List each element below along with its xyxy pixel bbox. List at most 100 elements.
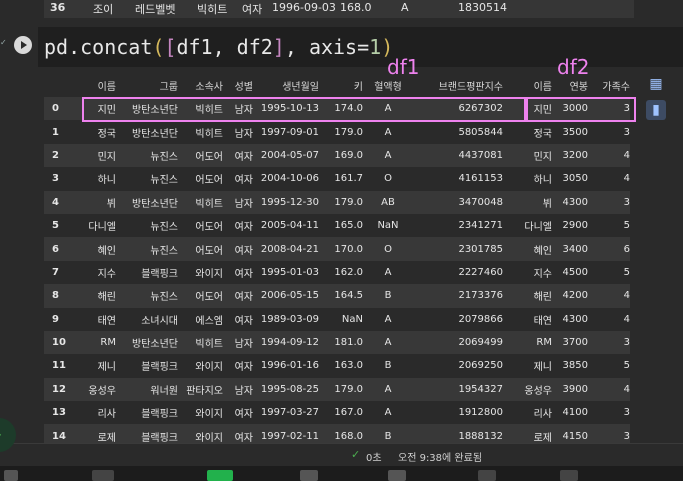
code-number: 1 (369, 35, 382, 59)
code-kw: axis= (308, 35, 370, 59)
column-header: 브랜드평판지수 (438, 82, 503, 93)
table-cell: 뷔 (82, 190, 116, 214)
table-cell: 혜인 (82, 237, 116, 261)
row-index: 3 (44, 167, 82, 191)
table-cell: 뉴진스 (116, 237, 178, 261)
table-view-button[interactable]: ▦ (646, 74, 666, 94)
table-cell: 여자 (223, 260, 253, 285)
row-index: 5 (44, 213, 82, 238)
table-cell: 3900 (552, 377, 588, 402)
table-cell: 3850 (552, 354, 588, 378)
table-cell: 태연 (82, 307, 116, 331)
exec-seconds: 0초 (366, 453, 382, 464)
table-cell: 와이지 (178, 401, 223, 425)
table-cell: 1989-03-09 (253, 307, 319, 331)
table-cell: 174.0 (319, 97, 363, 121)
table-cell: B (363, 354, 413, 378)
table-cell: B (363, 284, 413, 308)
table-cell: 옹성우 (503, 377, 552, 402)
taskbar-item[interactable] (4, 470, 18, 481)
table-cell: 4300 (552, 190, 588, 214)
table-row: 11 제니 블랙핑크 와이지 여자 1996-01-16 163.0 B 2069250 제니 38… (44, 354, 630, 378)
column-header: 성별 (234, 82, 253, 93)
taskbar-item[interactable] (300, 470, 318, 481)
table-cell: 4300 (552, 307, 588, 331)
table-cell: 4 (588, 377, 630, 402)
taskbar-item[interactable] (388, 470, 406, 481)
column-header: 키 (353, 82, 363, 93)
table-cell: 뉴진스 (116, 284, 178, 308)
table-cell: 정국 (503, 120, 552, 144)
taskbar-item[interactable] (92, 470, 114, 481)
table-cell: 여자 (223, 213, 253, 238)
table-cell: 3 (588, 97, 630, 121)
table-cell: A (363, 143, 413, 168)
prev-row-gender: 여자 (242, 3, 263, 16)
table-cell: 3050 (552, 167, 588, 191)
cell-status-icon: ✓ (0, 38, 7, 47)
code-close-bracket: ] (272, 35, 285, 59)
table-cell: 1912800 (413, 401, 503, 425)
taskbar-item[interactable] (207, 470, 233, 481)
table-cell: A (363, 97, 413, 121)
table-cell: 4100 (552, 401, 588, 425)
table-cell: 어도어 (178, 213, 223, 238)
table-cell: 1995-08-25 (253, 377, 319, 402)
table-cell: 블랙핑크 (116, 401, 178, 425)
header-row: 이름 그룹 소속사 성별 생년월일 키 혈액형 브랜드평판지수 이름 연봉 가족수 (44, 74, 630, 97)
table-cell: 161.7 (319, 167, 363, 191)
table-cell: 6267302 (413, 97, 503, 121)
table-cell: 4 (588, 143, 630, 168)
table-cell: 179.0 (319, 120, 363, 144)
table-cell: A (363, 401, 413, 425)
table-cell: 164.5 (319, 284, 363, 308)
table-cell: 2069499 (413, 330, 503, 355)
table-cell: 여자 (223, 307, 253, 331)
chart-icon: ▮ (652, 102, 660, 118)
table-cell: 민지 (82, 143, 116, 168)
table-cell: 판타지오 (178, 377, 223, 402)
prev-row-height: 168.0 (340, 1, 372, 14)
row-index: 7 (44, 260, 82, 285)
table-cell: 와이지 (178, 260, 223, 285)
row-index: 2 (44, 143, 82, 168)
table-cell: 빅히트 (178, 330, 223, 355)
table-cell: 1997-03-27 (253, 401, 319, 425)
table-cell: 뉴진스 (116, 167, 178, 191)
code-editor[interactable]: pd.concat([df1, df2], axis=1) (44, 35, 393, 59)
table-row: 8 해린 뉴진스 어도어 여자 2006-05-15 164.5 B 2173376 해린 4200… (44, 284, 630, 308)
table-cell: 2341271 (413, 213, 503, 238)
table-cell: 지수 (82, 260, 116, 285)
column-header: 소속사 (195, 82, 223, 93)
run-cell-button[interactable] (14, 36, 32, 54)
table-cell: 방탄소년단 (116, 97, 178, 121)
code-comma: , (284, 35, 309, 59)
table-cell: 어도어 (178, 284, 223, 308)
column-header: 연봉 (569, 82, 588, 93)
table-cell: A (363, 330, 413, 355)
chart-suggest-button[interactable]: ▮ (646, 100, 666, 120)
table-cell: 4161153 (413, 167, 503, 191)
column-header: 혈액형 (374, 82, 402, 93)
table-row: 0 지민 방탄소년단 빅히트 남자 1995-10-13 174.0 A 6267302 지민 30… (44, 97, 630, 121)
table-cell: 제니 (82, 354, 116, 378)
taskbar-item[interactable] (478, 470, 496, 481)
table-cell: 3000 (552, 97, 588, 121)
table-row: 7 지수 블랙핑크 와이지 여자 1995-01-03 162.0 A 2227460 지수 450… (44, 260, 630, 285)
table-cell: 3 (588, 401, 630, 425)
table-cell: 혜인 (503, 237, 552, 261)
table-cell: 2005-04-11 (253, 213, 319, 238)
taskbar-item[interactable] (560, 470, 578, 481)
table-cell: A (363, 307, 413, 331)
prev-row-birth: 1996-09-03 (272, 1, 336, 14)
table-row: 12 옹성우 워너원 판타지오 남자 1995-08-25 179.0 A 1954327 옹성우… (44, 377, 630, 402)
table-cell: AB (363, 190, 413, 214)
table-cell: 여자 (223, 284, 253, 308)
table-cell: 하니 (82, 167, 116, 191)
table-cell: 2173376 (413, 284, 503, 308)
table-row: 2 민지 뉴진스 어도어 여자 2004-05-07 169.0 A 4437081 민지 3200… (44, 143, 630, 168)
table-cell: 남자 (223, 97, 253, 121)
code-fn: pd.concat (44, 35, 153, 59)
table-cell: 170.0 (319, 237, 363, 261)
prev-row-agency: 빅히트 (197, 3, 228, 16)
